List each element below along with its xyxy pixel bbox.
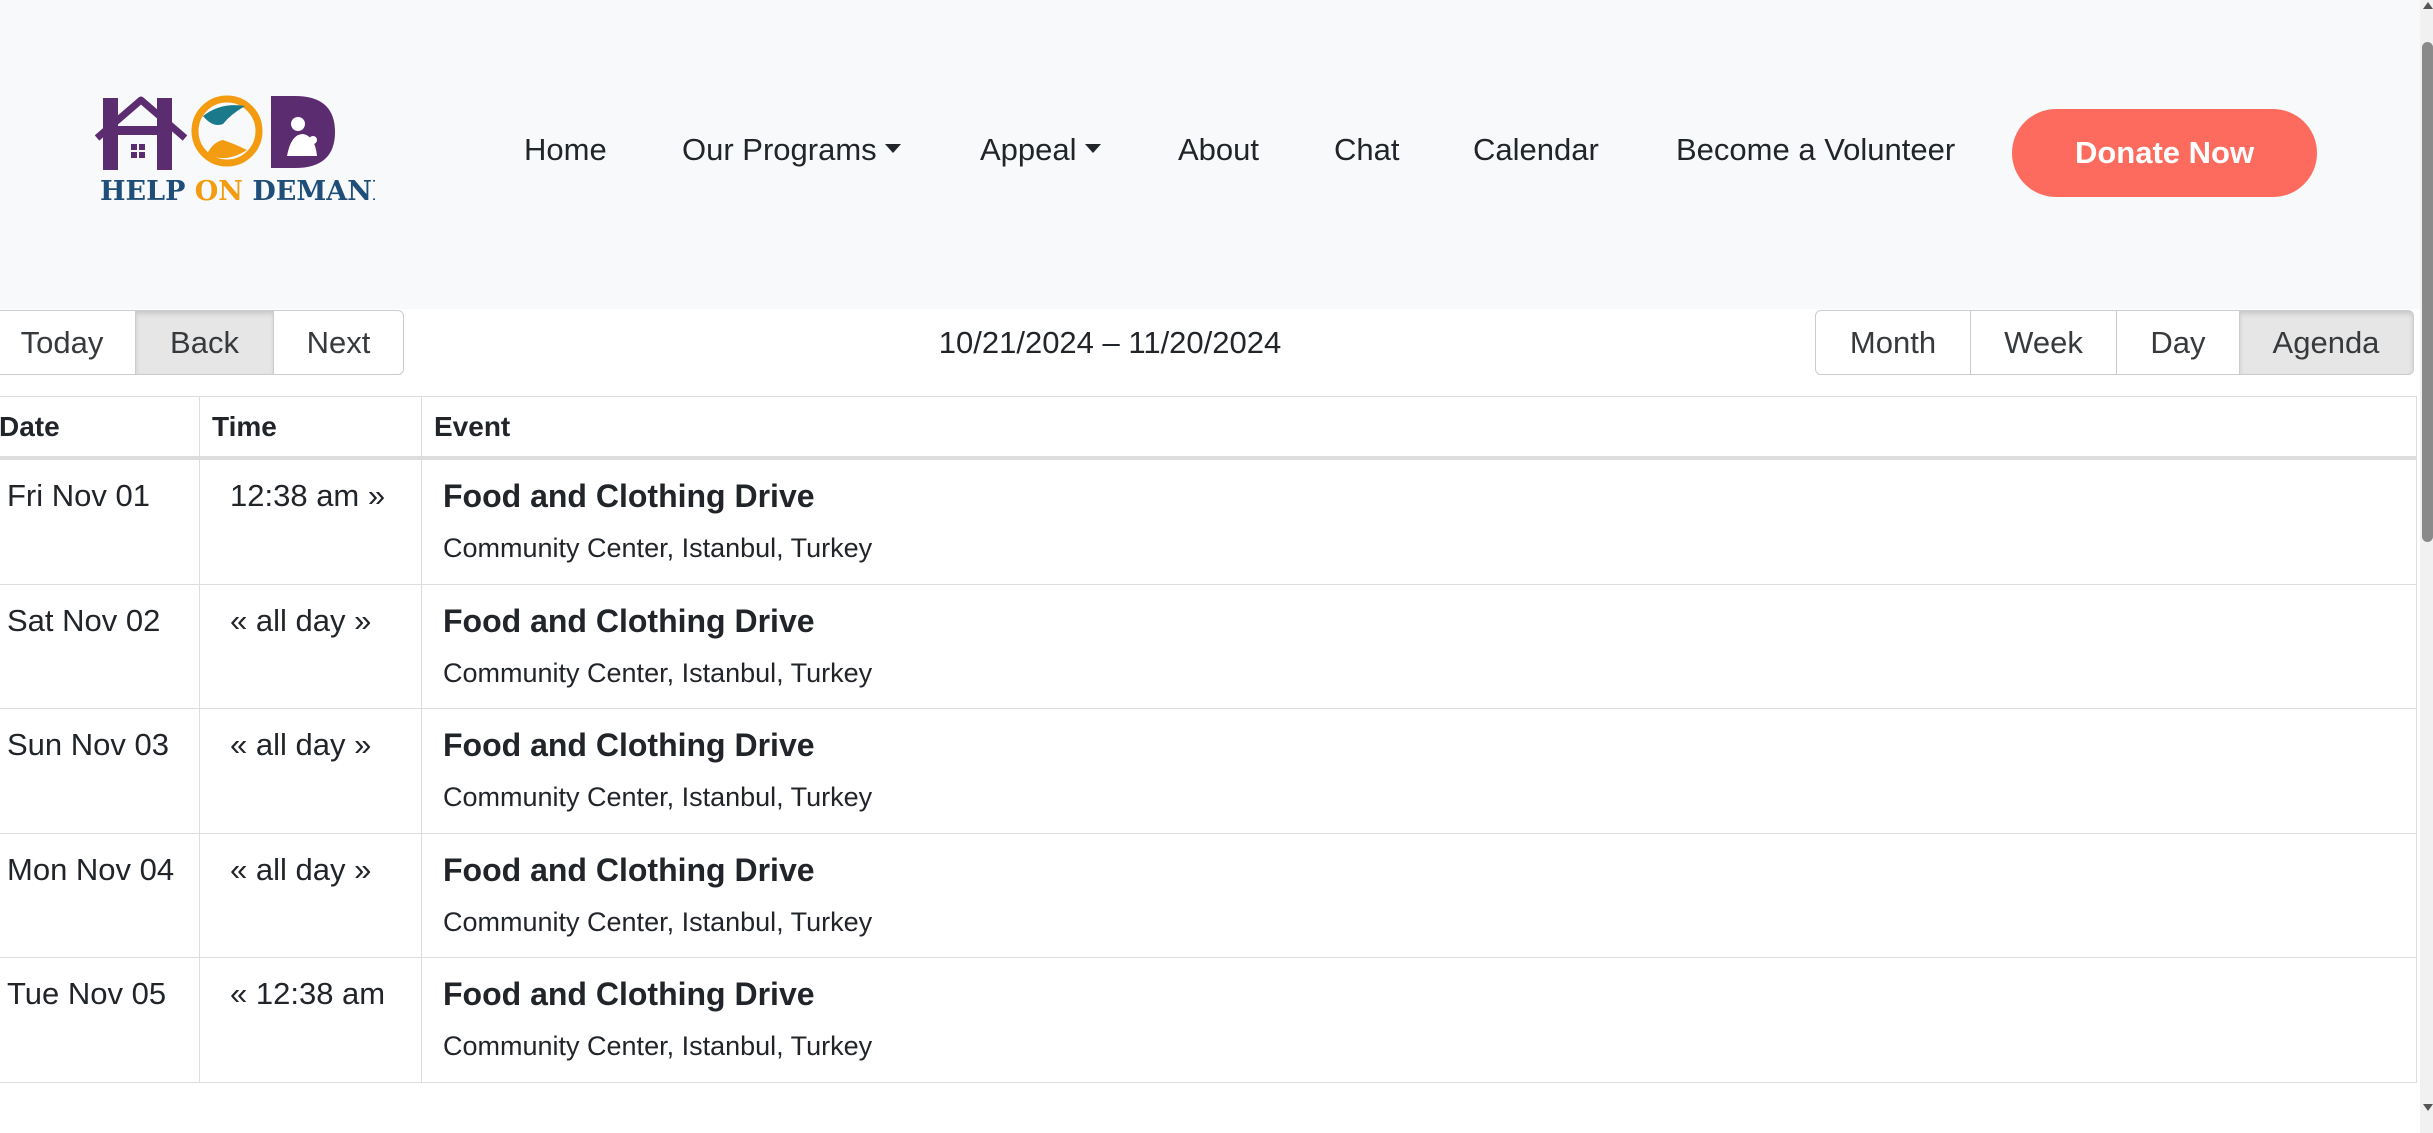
row-date: Sun Nov 03 <box>7 727 169 762</box>
donate-now-button[interactable]: Donate Now <box>2012 109 2317 197</box>
view-month-button[interactable]: Month <box>1815 310 1971 375</box>
scroll-down-arrow-icon[interactable] <box>2423 1104 2433 1111</box>
next-button[interactable]: Next <box>273 310 404 375</box>
event-title[interactable]: Food and Clothing Drive <box>443 727 2416 764</box>
agenda-header-row: Date Time Event <box>0 397 2416 459</box>
row-event[interactable]: Food and Clothing Drive Community Center… <box>421 833 2416 957</box>
event-location: Community Center, Istanbul, Turkey <box>443 906 873 937</box>
event-location: Community Center, Istanbul, Turkey <box>443 1031 873 1061</box>
site-logo[interactable]: HELP ON DEMAND <box>94 94 395 207</box>
scrollbar-thumb[interactable] <box>2422 42 2433 542</box>
nav-item-home[interactable]: Home <box>524 125 607 175</box>
row-date: Sat Nov 02 <box>7 602 161 638</box>
row-event[interactable]: Food and Clothing Drive Community Center… <box>421 460 2416 584</box>
today-button[interactable]: Today <box>0 310 136 375</box>
calendar-nav-group: Today Back Next <box>0 310 404 375</box>
event-title[interactable]: Food and Clothing Drive <box>443 976 2416 1013</box>
row-time: 12:38 am » <box>199 460 421 584</box>
row-time: « 12:38 am <box>199 958 421 1082</box>
row-date: Fri Nov 01 <box>7 478 150 513</box>
back-button[interactable]: Back <box>134 310 275 375</box>
event-location: Community Center, Istanbul, Turkey <box>443 782 873 812</box>
row-time: « all day » <box>199 584 421 708</box>
nav-item-calendar[interactable]: Calendar <box>1473 125 1599 175</box>
event-title[interactable]: Food and Clothing Drive <box>443 852 2416 889</box>
calendar-view-group: Month Week Day Agenda <box>1815 310 2414 375</box>
view-agenda-button[interactable]: Agenda <box>2238 310 2414 375</box>
event-location: Community Center, Istanbul, Turkey <box>443 533 873 563</box>
chevron-down-icon <box>884 144 901 154</box>
table-row: Tue Nov 05 « 12:38 am Food and Clothing … <box>0 957 2416 1082</box>
view-day-button[interactable]: Day <box>2116 310 2240 375</box>
header-event: Event <box>421 397 2416 456</box>
nav-item-chat[interactable]: Chat <box>1334 125 1399 175</box>
event-title[interactable]: Food and Clothing Drive <box>443 478 2416 515</box>
agenda-table: Date Time Event Fri Nov 01 12:38 am » Fo… <box>0 396 2417 1083</box>
row-date: Mon Nov 04 <box>7 851 175 887</box>
nav-item-our-programs[interactable]: Our Programs <box>682 125 901 175</box>
row-event[interactable]: Food and Clothing Drive Community Center… <box>421 958 2416 1082</box>
logo-helping-hands-icon <box>191 95 263 167</box>
site-header: HELP ON DEMAND Home Our Programs Appeal … <box>0 0 2420 309</box>
table-row: Sat Nov 02 « all day » Food and Clothing… <box>0 583 2416 708</box>
nav-item-appeal[interactable]: Appeal <box>980 125 1101 175</box>
logo-house-icon <box>94 96 188 170</box>
row-date: Tue Nov 05 <box>7 976 167 1011</box>
table-row: Mon Nov 04 « all day » Food and Clothing… <box>0 832 2416 957</box>
event-title[interactable]: Food and Clothing Drive <box>443 603 2416 640</box>
nav-item-about[interactable]: About <box>1178 125 1259 175</box>
chevron-down-icon <box>1084 144 1101 154</box>
logo-graphic: HELP ON DEMAND <box>94 95 395 207</box>
row-time: « all day » <box>199 709 421 833</box>
row-time: « all day » <box>199 833 421 957</box>
row-event[interactable]: Food and Clothing Drive Community Center… <box>421 584 2416 708</box>
event-location: Community Center, Istanbul, Turkey <box>443 657 873 688</box>
table-row: Sun Nov 03 « all day » Food and Clothing… <box>0 708 2416 833</box>
date-range-label: 10/21/2024 – 11/20/2024 <box>938 324 1282 360</box>
header-date: Date <box>0 410 60 442</box>
view-week-button[interactable]: Week <box>1969 310 2118 375</box>
nav-item-become-volunteer[interactable]: Become a Volunteer <box>1676 125 1955 175</box>
table-row: Fri Nov 01 12:38 am » Food and Clothing … <box>0 459 2416 584</box>
header-time: Time <box>199 397 421 456</box>
logo-wordmark: HELP ON DEMAND <box>100 176 375 206</box>
logo-family-silhouette-icon <box>271 96 335 168</box>
scroll-up-arrow-icon[interactable] <box>2423 2 2433 9</box>
row-event[interactable]: Food and Clothing Drive Community Center… <box>421 709 2416 833</box>
